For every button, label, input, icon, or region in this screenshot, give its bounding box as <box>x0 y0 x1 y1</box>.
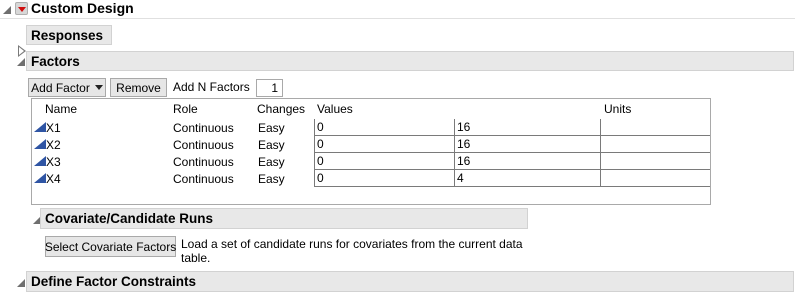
custom-design-header-bar <box>0 18 795 19</box>
responses-outline[interactable]: Responses <box>26 25 112 45</box>
factor-role[interactable]: Continuous <box>173 138 234 152</box>
covariate-description-line2: table. <box>181 251 211 265</box>
factors-disclosure-icon[interactable] <box>17 55 25 69</box>
covariate-outline[interactable]: Covariate/Candidate Runs <box>40 208 528 229</box>
table-row[interactable]: X3 Continuous Easy 0 16 <box>32 153 710 170</box>
column-header-units: Units <box>604 102 632 116</box>
select-covariate-factors-button[interactable]: Select Covariate Factors <box>45 236 176 257</box>
continuous-factor-icon <box>34 156 46 166</box>
add-n-factors-label: Add N Factors <box>173 80 250 94</box>
table-row[interactable]: X2 Continuous Easy 0 16 <box>32 136 710 153</box>
covariate-title: Covariate/Candidate Runs <box>45 211 214 226</box>
remove-label: Remove <box>116 80 161 95</box>
covariate-description-line1: Load a set of candidate runs for covaria… <box>181 237 523 251</box>
table-row[interactable]: X4 Continuous Easy 0 4 <box>32 170 710 187</box>
factor-low-value[interactable]: 0 <box>314 170 454 187</box>
factor-role[interactable]: Continuous <box>173 121 234 135</box>
factor-high-value[interactable]: 4 <box>454 170 600 187</box>
continuous-factor-icon <box>34 122 46 132</box>
factor-name[interactable]: X3 <box>46 155 61 169</box>
constraints-disclosure-icon[interactable] <box>17 276 25 290</box>
factor-low-value[interactable]: 0 <box>314 119 454 136</box>
constraints-outline[interactable]: Define Factor Constraints <box>26 271 794 292</box>
add-n-factors-input[interactable]: 1 <box>256 79 283 97</box>
factors-title: Factors <box>31 53 80 69</box>
column-header-name: Name <box>45 102 78 116</box>
column-header-values: Values <box>317 102 353 116</box>
factor-units[interactable] <box>600 153 710 170</box>
red-triangle-menu-icon[interactable] <box>15 2 28 15</box>
covariate-description: Load a set of candidate runs for covaria… <box>181 237 541 265</box>
add-factor-label: Add Factor <box>31 80 90 95</box>
factor-changes[interactable]: Easy <box>258 121 285 135</box>
responses-title: Responses <box>31 27 104 43</box>
factor-changes[interactable]: Easy <box>258 155 285 169</box>
factor-high-value[interactable]: 16 <box>454 153 600 170</box>
factor-role[interactable]: Continuous <box>173 172 234 186</box>
factors-outline[interactable]: Factors <box>26 51 794 71</box>
factor-high-value[interactable]: 16 <box>454 119 600 136</box>
continuous-factor-icon <box>34 139 46 149</box>
column-header-changes: Changes <box>257 102 306 116</box>
factor-changes[interactable]: Easy <box>258 172 285 186</box>
factor-units[interactable] <box>600 119 710 136</box>
factor-low-value[interactable]: 0 <box>314 136 454 153</box>
factors-table: Name Role Changes Values Units X1 Contin… <box>31 98 711 205</box>
table-row[interactable]: X1 Continuous Easy 0 16 <box>32 119 710 136</box>
remove-button[interactable]: Remove <box>110 78 167 97</box>
constraints-title: Define Factor Constraints <box>31 274 197 289</box>
factor-role[interactable]: Continuous <box>173 155 234 169</box>
custom-design-title: Custom Design <box>31 0 134 16</box>
add-factor-button[interactable]: Add Factor <box>28 78 106 97</box>
select-covariate-factors-label: Select Covariate Factors <box>44 239 177 254</box>
factor-changes[interactable]: Easy <box>258 138 285 152</box>
factor-units[interactable] <box>600 170 710 187</box>
factor-high-value[interactable]: 16 <box>454 136 600 153</box>
factor-low-value[interactable]: 0 <box>314 153 454 170</box>
factor-name[interactable]: X4 <box>46 172 61 186</box>
continuous-factor-icon <box>34 173 46 183</box>
chevron-down-icon <box>94 85 103 90</box>
factor-units[interactable] <box>600 136 710 153</box>
factor-name[interactable]: X2 <box>46 138 61 152</box>
factor-name[interactable]: X1 <box>46 121 61 135</box>
custom-design-disclosure-icon[interactable] <box>3 3 11 17</box>
column-header-role: Role <box>173 102 198 116</box>
